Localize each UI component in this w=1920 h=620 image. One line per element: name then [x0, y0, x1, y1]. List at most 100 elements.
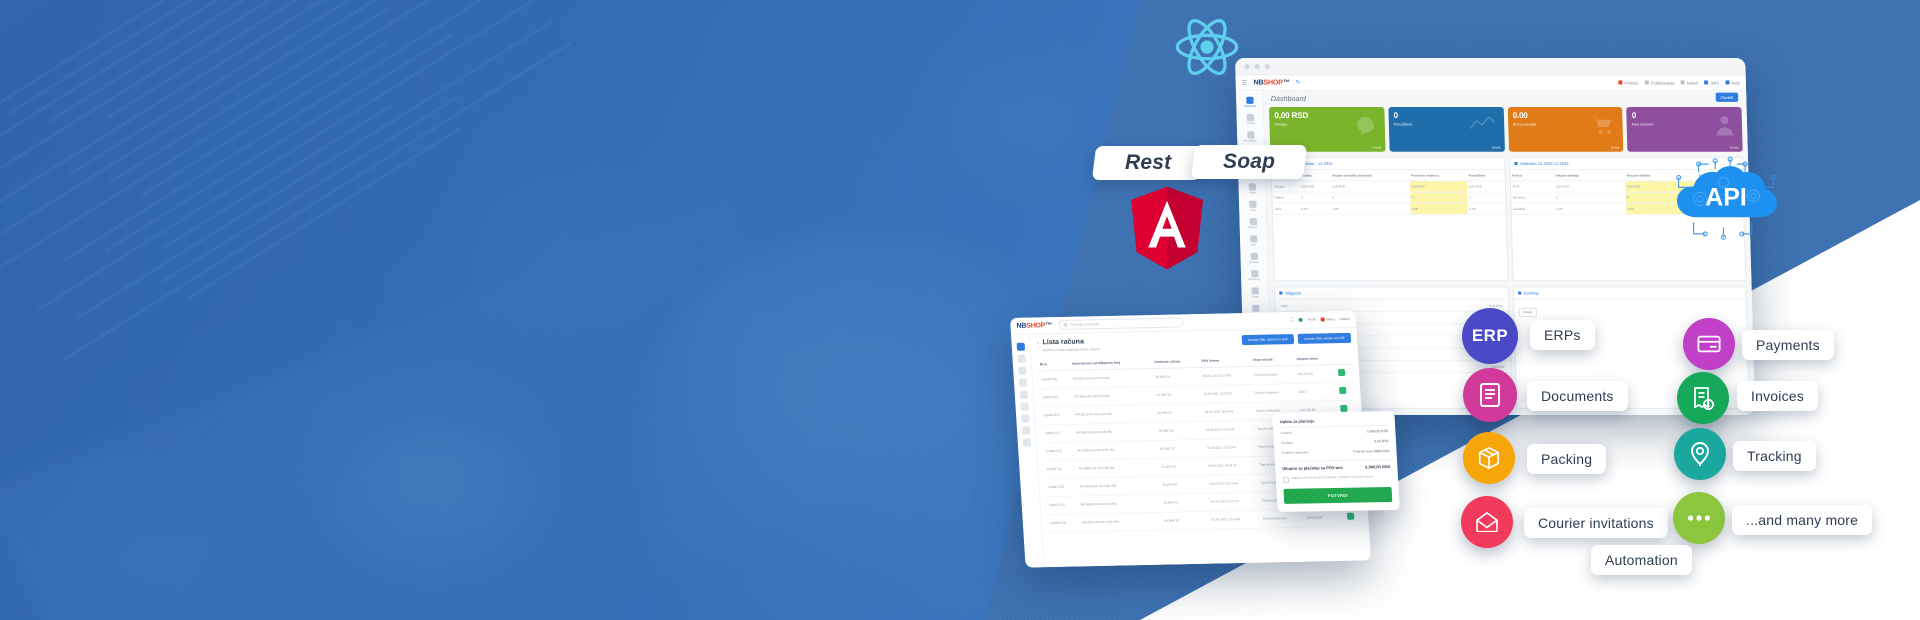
stat-more-link[interactable]: Detalji — [1611, 146, 1620, 150]
more-circle-icon[interactable] — [1673, 492, 1725, 544]
pill-packing[interactable]: Packing — [1527, 444, 1607, 474]
sidebar-icon-warehouse[interactable] — [1020, 402, 1029, 411]
pill-tracking[interactable]: Tracking — [1733, 441, 1816, 471]
export-suf-button[interactable]: Izvezite XML račune na SUF — [1241, 334, 1295, 346]
sidebar-item-kuriri[interactable]: Kuriri — [1240, 232, 1267, 249]
dialog-total: Ukupno za plaćanje sa PDV-om: 5.990,00 RS… — [1281, 459, 1391, 473]
tracking-circle-icon[interactable] — [1674, 428, 1726, 480]
toolbar-chip-logout[interactable]: Odjava — [1339, 317, 1349, 321]
topbar-chip-4[interactable]: Help — [1725, 80, 1740, 85]
stat-card-korisnici[interactable]: 0 Novi korisnici Detalji — [1626, 106, 1743, 152]
pill-automation[interactable]: Automation — [1591, 545, 1692, 575]
pill-label: Packing — [1541, 451, 1593, 467]
pill-and-many-more[interactable]: ...and many more — [1732, 505, 1873, 535]
terms-checkbox[interactable]: Saglasan sam sa uslovima korišćenja i po… — [1282, 475, 1391, 483]
erp-circle-icon[interactable]: ERP — [1462, 308, 1518, 364]
page-title: Dashboard — [1270, 95, 1306, 103]
sidebar-item-cene[interactable]: Cene — [1239, 198, 1266, 215]
stat-more-link[interactable]: Detalji — [1492, 146, 1501, 150]
topbar-chip-0[interactable]: Pretraži — [1618, 80, 1639, 85]
sidebar-item-marketing[interactable]: Marketing — [1241, 267, 1268, 284]
payment-dialog[interactable]: Uplata za plaćanje Ukupno 5.990,00 RSD Do… — [1272, 411, 1400, 512]
pill-label: Payments — [1756, 337, 1820, 353]
col-header — [1334, 351, 1353, 365]
sidebar-item-magacin[interactable]: Magacin — [1239, 215, 1266, 232]
topbar-chip-1[interactable]: Podešavanja — [1644, 80, 1674, 85]
refresh-icon[interactable]: ↻ — [1296, 79, 1300, 85]
search-icon — [1063, 323, 1068, 327]
panel-header: Izveštaji — [1513, 287, 1746, 300]
gear-icon — [1644, 80, 1649, 85]
col-header[interactable]: PDV Vreme — [1199, 353, 1252, 367]
pill-payments[interactable]: Payments — [1742, 330, 1834, 360]
stat-more-link[interactable]: Detalji — [1373, 146, 1382, 150]
sidebar-icon-customers[interactable] — [1019, 390, 1029, 399]
sidebar-icon-dashboard[interactable] — [1016, 342, 1026, 351]
sms-icon — [1704, 80, 1709, 85]
invoices-circle-icon[interactable]: $ — [1677, 372, 1729, 424]
window-minimize-dot[interactable] — [1254, 63, 1260, 69]
sidebar-icon-orders[interactable] — [1018, 366, 1027, 375]
toolbar-chip-profile[interactable]: Profil — [1308, 318, 1316, 322]
confirm-button[interactable]: POTVRDI — [1283, 486, 1393, 504]
api-cloud-icon: API — [1672, 155, 1780, 243]
sidebar-item-portal[interactable]: Portal — [1241, 284, 1268, 301]
credit-card-circle-icon[interactable] — [1683, 318, 1735, 370]
topbar-chip-2[interactable]: Nalozi — [1680, 80, 1698, 85]
sidebar-icon-couriers[interactable] — [1021, 414, 1030, 423]
window-maximize-dot[interactable] — [1264, 63, 1270, 69]
couriers-icon — [1249, 235, 1257, 243]
brand-logo[interactable]: NBSHOP™ — [1016, 322, 1052, 330]
stat-more-link[interactable]: Detalji — [1730, 146, 1739, 150]
courier-circle-icon[interactable] — [1461, 496, 1513, 548]
row-status-badge[interactable] — [1336, 381, 1355, 401]
invoice-actions: Izvezite XML račune na SUF Izvezite XML … — [1241, 332, 1352, 346]
packing-circle-icon[interactable] — [1463, 432, 1515, 484]
pill-rest[interactable]: Rest — [1091, 146, 1205, 180]
page-title: Lista računa — [1042, 338, 1085, 347]
sidebar-item-dashboard[interactable]: Dashboard — [1236, 94, 1263, 111]
row-status-badge[interactable] — [1335, 363, 1354, 383]
checkbox-icon[interactable] — [1282, 477, 1289, 483]
location-pin-icon — [1691, 442, 1709, 466]
angular-logo — [1128, 185, 1206, 271]
stat-card-porudzbine[interactable]: 0 Porudžbine Detalji — [1388, 106, 1505, 152]
help-icon — [1725, 80, 1730, 85]
highlighted-cell: 0 — [1409, 192, 1468, 204]
sidebar-item-katalog[interactable]: Katalog — [1236, 111, 1263, 128]
status-dot-icon — [1298, 317, 1304, 322]
topbar-chip-3[interactable]: SMS — [1704, 80, 1719, 85]
sidebar-item-izvestaji[interactable]: Izveštaji — [1240, 250, 1267, 267]
pill-documents[interactable]: Documents — [1527, 381, 1628, 411]
sidebar-icon-reports[interactable] — [1021, 426, 1031, 435]
pill-erps[interactable]: ERPs — [1530, 320, 1595, 350]
stat-card-proizvodi[interactable]: 0.00 Broj proizvoda Detalji — [1507, 106, 1624, 152]
col-header[interactable]: Ukupan iznos — [1294, 351, 1336, 365]
panel-title: Statistika 12.2023-12.2024 — [1520, 160, 1569, 167]
back-chevron-icon[interactable]: ‹ — [1036, 340, 1038, 346]
sidebar-icon-invoices[interactable] — [1018, 378, 1028, 387]
expand-icon[interactable]: ⛶ — [1290, 317, 1294, 323]
search-input[interactable]: Pretraga proizvoda — [1057, 317, 1184, 330]
filter-button[interactable]: Detalji — [1517, 307, 1537, 317]
package-box-icon — [1478, 446, 1500, 470]
ellipsis-icon — [1688, 515, 1710, 521]
export-crf-button[interactable]: Izvezite XML račune na CRF — [1297, 332, 1352, 344]
panel-header: Magacin — [1275, 287, 1508, 300]
pill-soap[interactable]: Soap — [1190, 145, 1308, 179]
pill-invoices[interactable]: Invoices — [1737, 381, 1818, 411]
col-header[interactable]: Vrednost računa — [1152, 354, 1200, 368]
hero-banner: ☰ NBSHOP™ ↻ Pretraži Podešavanja Nalozi … — [0, 0, 1920, 620]
refresh-button[interactable]: Osveži — [1715, 92, 1739, 102]
toolbar-chip-account[interactable]: Nalog — [1320, 317, 1335, 322]
pill-courier-invitations[interactable]: Courier invitations — [1524, 508, 1668, 538]
envelope-open-icon — [1476, 512, 1498, 532]
sidebar-item-akcije[interactable]: Akcije — [1238, 180, 1265, 197]
brand-logo[interactable]: NBSHOP™ — [1253, 79, 1290, 86]
col-header[interactable]: Vrsta računa — [1250, 352, 1295, 366]
sidebar-icon-catalog[interactable] — [1017, 354, 1026, 363]
sidebar-item-porudzbine[interactable]: Porudžbine — [1237, 128, 1264, 145]
documents-circle-icon[interactable] — [1463, 368, 1517, 422]
sidebar-icon-settings[interactable] — [1022, 438, 1032, 447]
col-header[interactable]: Broj — [1037, 357, 1071, 371]
